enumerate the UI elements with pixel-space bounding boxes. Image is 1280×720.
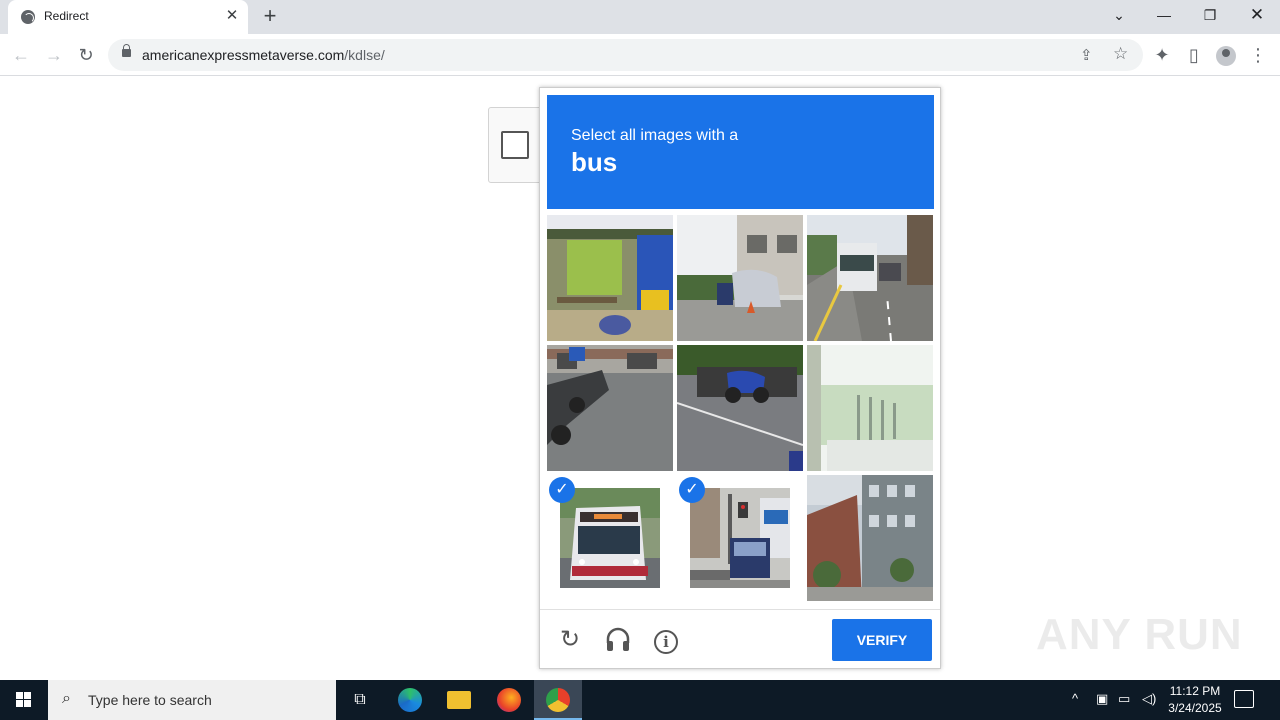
motorbikes-road-image: [677, 345, 803, 471]
selected-check-icon: ✓: [679, 477, 705, 503]
anyrun-watermark: ANY RUN: [1036, 610, 1243, 659]
info-icon: i: [654, 630, 678, 654]
captcha-tile[interactable]: [807, 215, 933, 341]
captcha-header: Select all images with a bus: [547, 95, 934, 209]
windows-taskbar: ⌕ Type here to search ⧉ ^ ▣ ▭ ◁) 11:12 P…: [0, 680, 1280, 720]
minimize-button[interactable]: —: [1141, 0, 1187, 30]
volume-icon[interactable]: ◁): [1142, 691, 1156, 707]
task-view-icon[interactable]: ⧉: [336, 680, 384, 720]
clock-time: 11:12 PM: [1169, 684, 1221, 698]
bus-street-image: [690, 488, 790, 588]
info-button[interactable]: i: [651, 625, 681, 655]
headphones-icon: [606, 627, 630, 651]
captcha-tile[interactable]: [807, 345, 933, 471]
notification-icon[interactable]: [1234, 690, 1254, 708]
firefox-icon[interactable]: [485, 680, 533, 720]
captcha-challenge: Select all images with a bus ✓ ✓ ↻ i VER…: [539, 87, 941, 669]
verify-button[interactable]: VERIFY: [832, 619, 932, 661]
profile-button[interactable]: [1213, 42, 1239, 68]
url-path: /kdlse/: [344, 47, 385, 63]
captcha-tile[interactable]: [677, 215, 803, 341]
tab-redirect[interactable]: Redirect ✕: [8, 0, 248, 34]
captcha-tile[interactable]: [807, 475, 933, 601]
back-button[interactable]: ←: [8, 42, 34, 68]
bus-front-image: [560, 488, 660, 588]
new-tab-button[interactable]: +: [258, 5, 282, 29]
tab-title: Redirect: [44, 9, 89, 23]
taskbar-search[interactable]: ⌕ Type here to search: [48, 680, 336, 720]
tab-close-icon[interactable]: ✕: [224, 8, 240, 24]
buildings-image: [807, 475, 933, 601]
chevron-up-icon[interactable]: ^: [1072, 691, 1078, 706]
parked-motorbikes-image: [547, 345, 673, 471]
url-text[interactable]: americanexpressmetaverse.com/kdlse/: [142, 47, 385, 63]
captcha-tile[interactable]: [677, 345, 803, 471]
extensions-icon[interactable]: ✦: [1149, 42, 1175, 68]
window-close-button[interactable]: ✕: [1234, 0, 1280, 30]
bus-highway-image: [807, 215, 933, 341]
windows-logo-icon: [16, 692, 32, 708]
search-placeholder: Type here to search: [88, 692, 212, 708]
captcha-tile[interactable]: [547, 215, 673, 341]
taskbar-clock[interactable]: 11:12 PM 3/24/2025: [1162, 683, 1228, 717]
avatar-icon: [1216, 46, 1236, 67]
reload-button[interactable]: ↻: [73, 42, 99, 68]
tab-strip: Redirect ✕ + ⌄ — ❐ ✕: [0, 0, 1280, 34]
image-grid: ✓ ✓: [547, 215, 934, 602]
share-icon[interactable]: ⇪: [1080, 46, 1093, 64]
address-bar[interactable]: americanexpressmetaverse.com/kdlse/ ⇪ ☆: [108, 39, 1143, 71]
recaptcha-checkbox[interactable]: [501, 131, 529, 159]
restore-button[interactable]: ❐: [1187, 0, 1233, 30]
menu-icon[interactable]: ⋮: [1245, 42, 1271, 68]
forward-button[interactable]: →: [41, 42, 67, 68]
start-button[interactable]: [0, 680, 48, 720]
captcha-tile[interactable]: [547, 345, 673, 471]
network-icon[interactable]: ▭: [1118, 691, 1130, 707]
bus-stop-image: [547, 215, 673, 341]
side-panel-icon[interactable]: ▯: [1181, 42, 1207, 68]
captcha-footer: ↻ i VERIFY: [540, 609, 940, 669]
file-explorer-icon[interactable]: [435, 680, 483, 720]
captcha-tile-selected[interactable]: ✓: [677, 475, 803, 601]
tab-search-button[interactable]: ⌄: [1096, 0, 1142, 30]
globe-icon: [21, 10, 35, 24]
captcha-prompt: Select all images with a: [571, 127, 739, 144]
search-icon: ⌕: [62, 690, 71, 707]
lock-icon[interactable]: [122, 44, 131, 57]
clock-date: 3/24/2025: [1168, 701, 1222, 715]
captcha-target: bus: [571, 147, 618, 177]
audio-challenge-icon[interactable]: [603, 625, 633, 655]
url-host: americanexpressmetaverse.com: [142, 47, 345, 63]
street-houses-image: [677, 215, 803, 341]
street-lights-image: [807, 345, 933, 471]
reload-captcha-icon[interactable]: ↻: [555, 625, 585, 655]
edge-icon[interactable]: [386, 680, 434, 720]
chrome-icon[interactable]: [534, 680, 582, 720]
selected-check-icon: ✓: [549, 477, 575, 503]
captcha-tile-selected[interactable]: ✓: [547, 475, 673, 601]
bookmark-star-icon[interactable]: ☆: [1113, 44, 1128, 64]
meet-now-icon[interactable]: ▣: [1096, 691, 1108, 707]
browser-toolbar: ← → ↻ americanexpressmetaverse.com/kdlse…: [0, 34, 1280, 76]
